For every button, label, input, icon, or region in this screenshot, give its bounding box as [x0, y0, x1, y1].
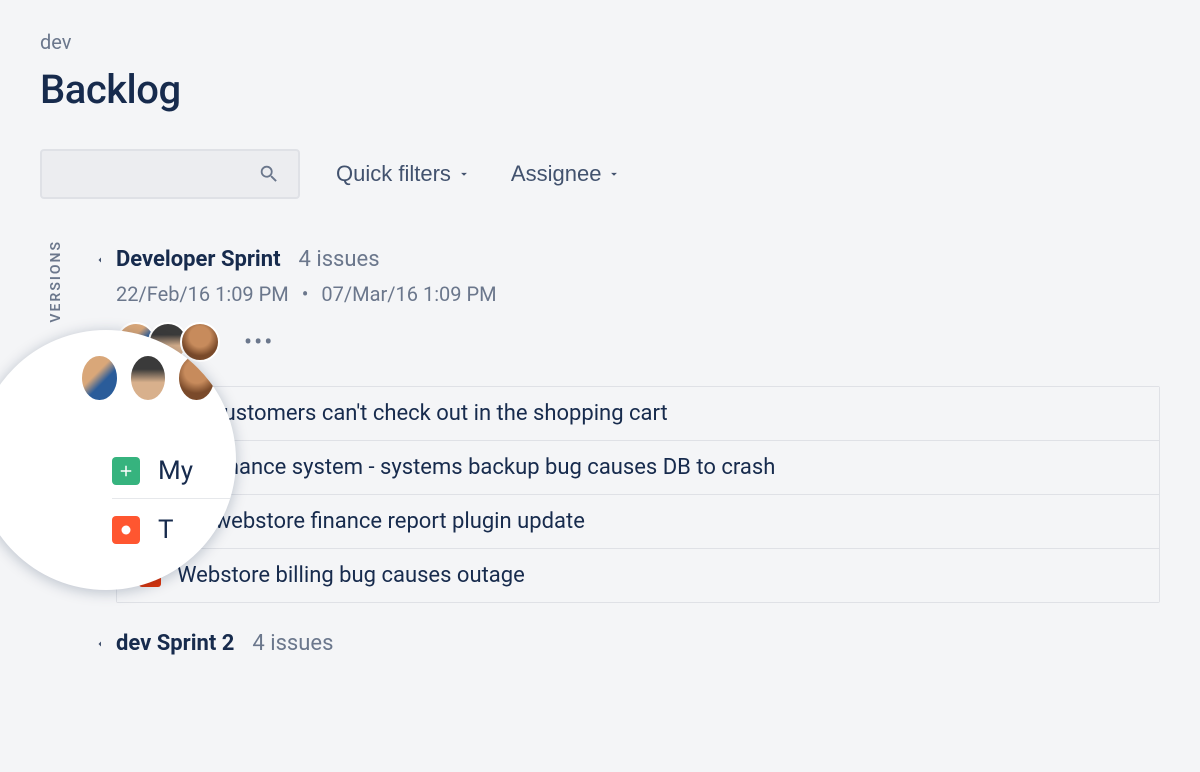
- breadcrumb[interactable]: dev: [40, 30, 1160, 54]
- magnifier-lens: ••• My T: [0, 330, 236, 590]
- sprint-name: Developer Sprint: [116, 247, 281, 272]
- sprint-start-date: 22/Feb/16 1:09 PM: [116, 282, 289, 306]
- issue-count: 4 issues: [252, 631, 333, 656]
- issue-count: 4 issues: [299, 247, 380, 272]
- chevron-down-icon: [94, 254, 106, 266]
- page-title: Backlog: [40, 66, 1160, 113]
- chevron-down-icon: [607, 167, 621, 181]
- issue-summary: T: [158, 515, 174, 545]
- assignee-label: Assignee: [511, 161, 602, 187]
- sprint-date-range: 22/Feb/16 1:09 PM • 07/Mar/16 1:09 PM: [116, 282, 1160, 306]
- issue-summary: TIS webstore finance report plugin updat…: [177, 509, 585, 534]
- story-icon: [112, 457, 140, 485]
- more-actions-icon: •••: [234, 364, 236, 392]
- issue-summary: Webstore billing bug causes outage: [177, 563, 525, 588]
- versions-tab[interactable]: VERSIONS: [48, 240, 64, 323]
- quick-filters-label: Quick filters: [336, 161, 451, 187]
- sprint-name: dev Sprint 2: [116, 631, 234, 656]
- quick-filters-dropdown[interactable]: Quick filters: [332, 155, 475, 193]
- sprint-header[interactable]: dev Sprint 2 4 issues: [94, 631, 1160, 656]
- avatar: [177, 354, 216, 402]
- avatar: [129, 354, 168, 402]
- issue-row[interactable]: Webstore billing bug causes outage: [117, 549, 1159, 602]
- chevron-down-icon: [94, 638, 106, 650]
- assignee-dropdown[interactable]: Assignee: [507, 155, 626, 193]
- issue-row[interactable]: My customers can't check out in the shop…: [117, 387, 1159, 441]
- issue-row[interactable]: TIS webstore finance report plugin updat…: [117, 495, 1159, 549]
- issue-summary: TIS finance system - systems backup bug …: [177, 455, 775, 480]
- sprint-end-date: 07/Mar/16 1:09 PM: [321, 282, 496, 306]
- bug-icon: [112, 516, 140, 544]
- more-actions-icon[interactable]: •••: [238, 328, 280, 356]
- search-icon: [258, 163, 280, 185]
- issue-summary: My customers can't check out in the shop…: [177, 401, 668, 426]
- issue-summary: My: [158, 456, 193, 486]
- avatar: [80, 354, 119, 402]
- issue-row[interactable]: TIS finance system - systems backup bug …: [117, 441, 1159, 495]
- chevron-down-icon: [457, 167, 471, 181]
- sprint-header[interactable]: Developer Sprint 4 issues: [94, 247, 1160, 272]
- search-input[interactable]: [40, 149, 300, 199]
- issue-list: My customers can't check out in the shop…: [116, 386, 1160, 603]
